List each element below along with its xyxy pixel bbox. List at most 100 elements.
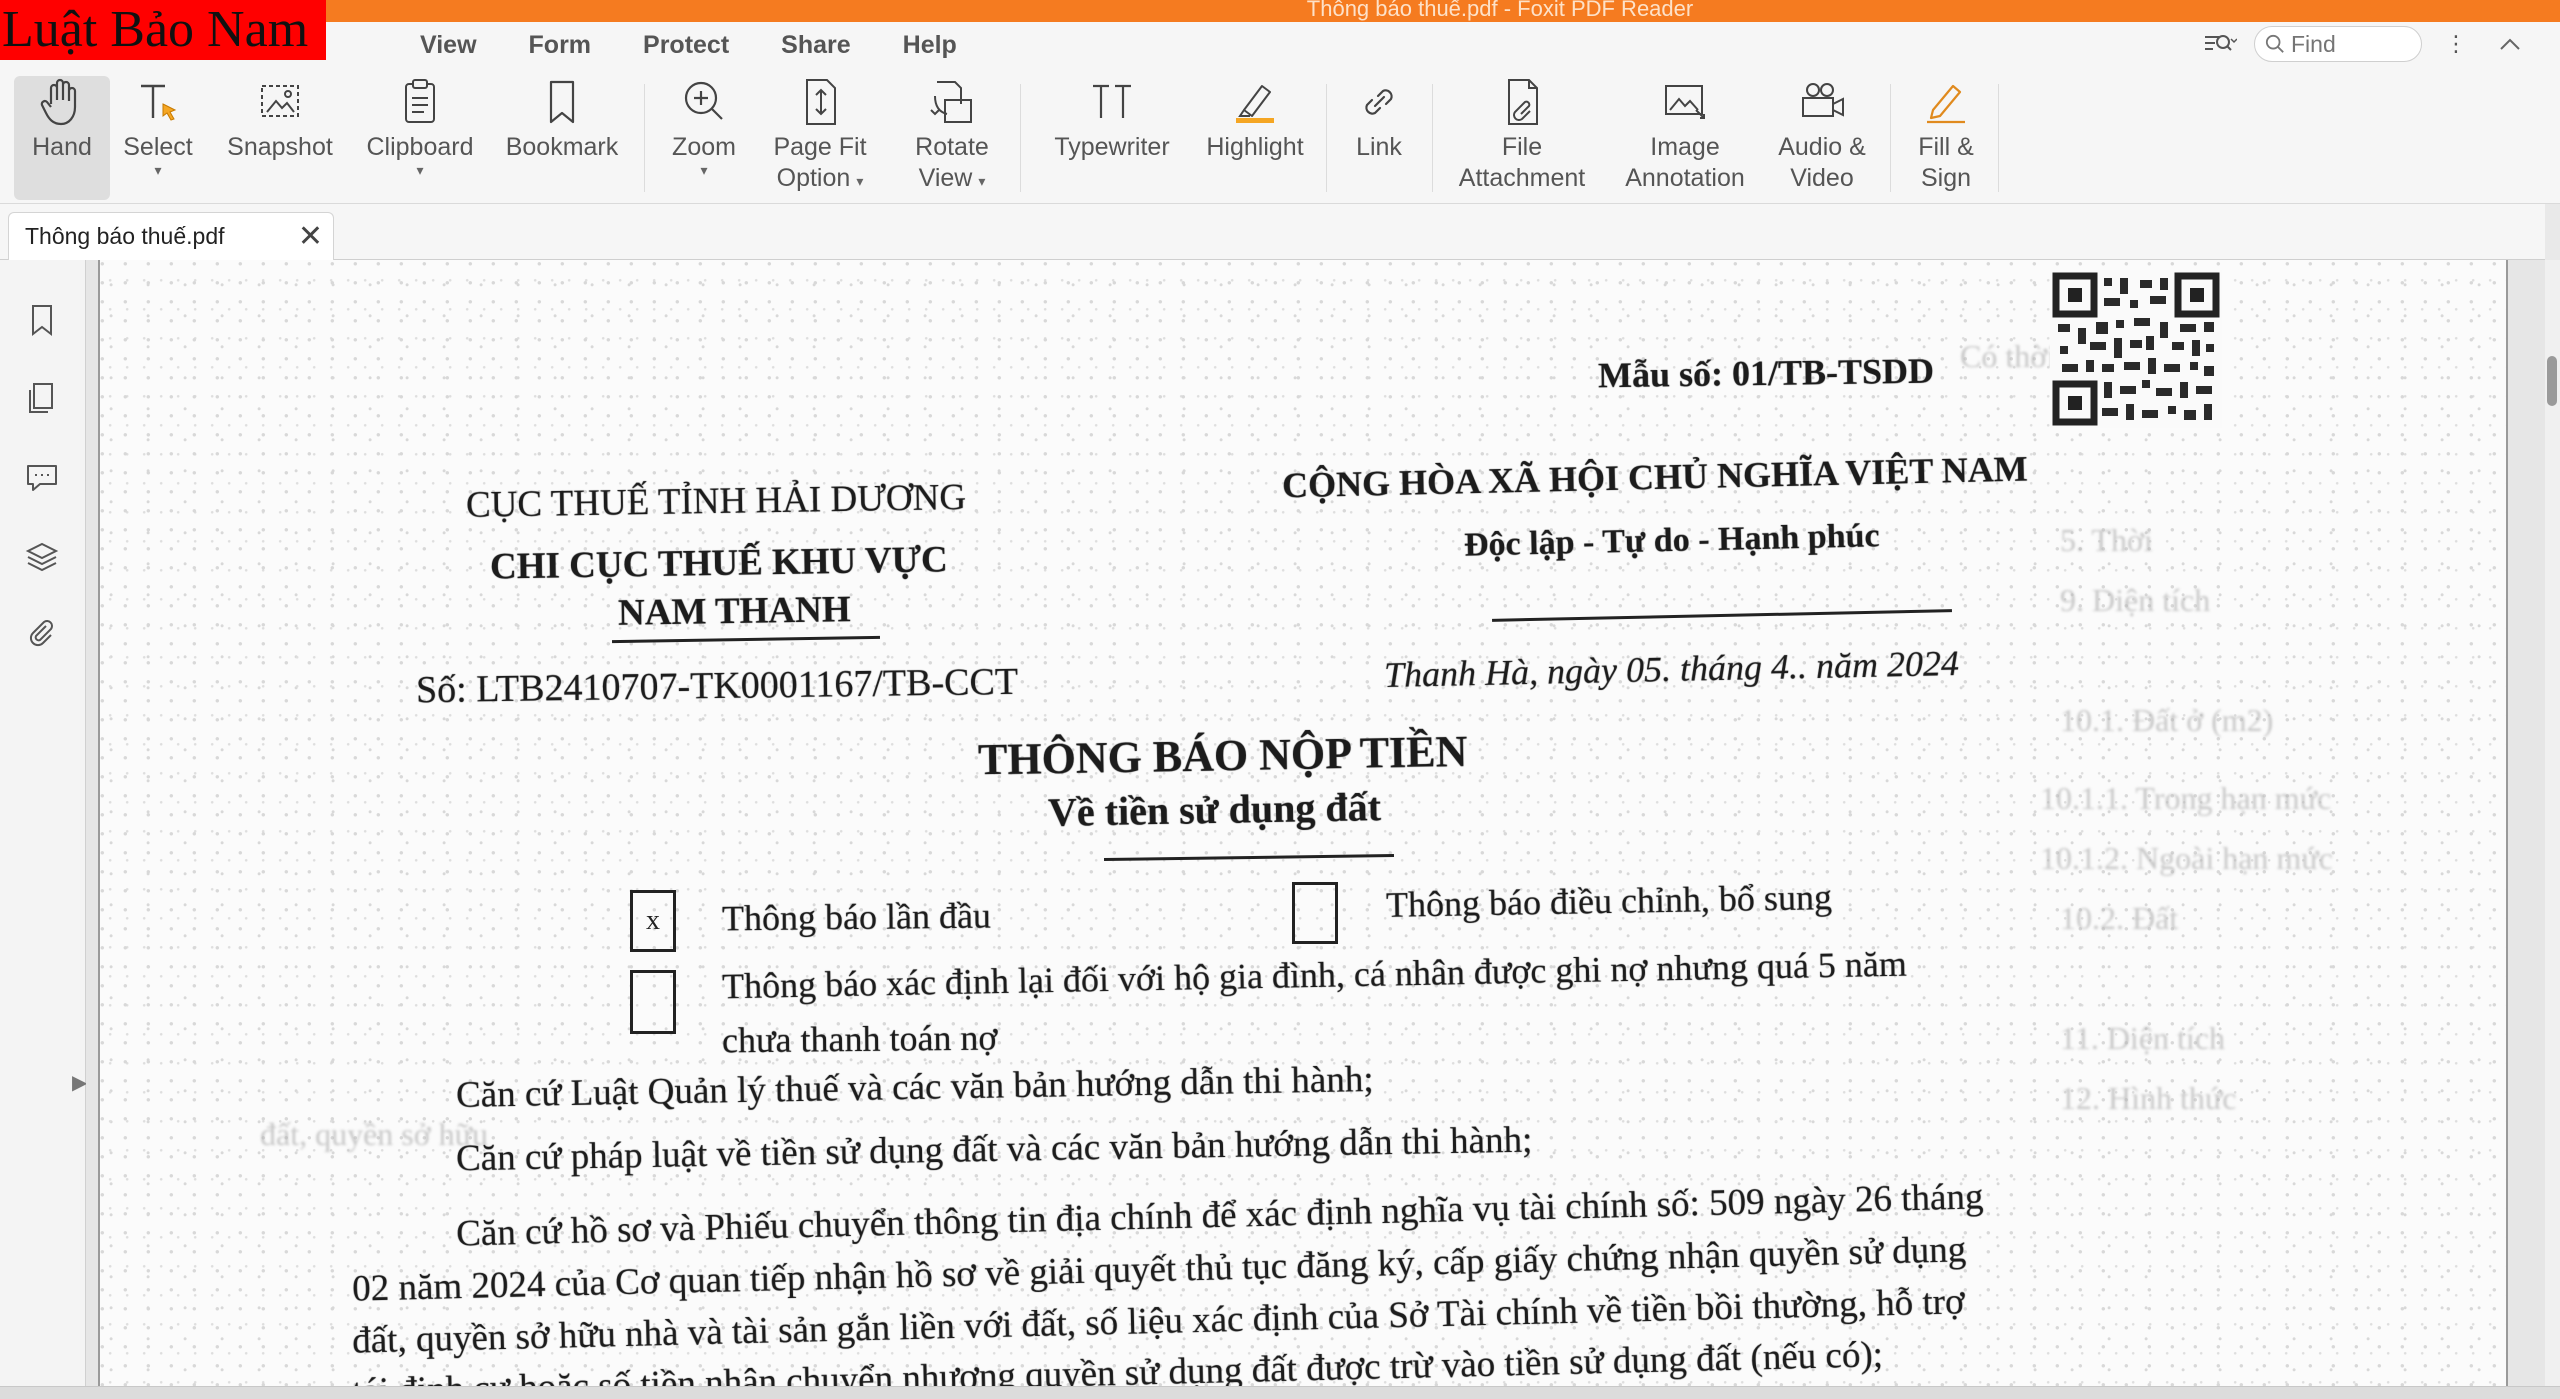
pages-panel-icon[interactable] <box>18 374 66 422</box>
hand-icon <box>40 78 77 126</box>
search-options-icon[interactable] <box>2200 27 2240 61</box>
rotate-label-1: Rotate <box>915 133 989 161</box>
foxit-reader-window: Thông báo thuế.pdf - Foxit PDF Reader Lu… <box>0 0 2560 1399</box>
highlight-label: Highlight <box>1206 133 1304 161</box>
audio-video-button[interactable]: Audio & Video <box>1772 76 1872 194</box>
fill-sign-label-2: Sign <box>1920 164 1972 192</box>
form-number: Mẫu số: 01/TB-TSDD <box>1597 350 1935 396</box>
option-redetermine-line-2: chưa thanh toán nợ <box>721 1017 998 1061</box>
document-tab[interactable]: Thông báo thuế.pdf ✕ <box>8 212 334 260</box>
bleed-through-text: 12. Hình thức <box>2060 1080 2237 1116</box>
window-title: Thông báo thuế.pdf - Foxit PDF Reader <box>1306 0 1694 21</box>
zoom-in-icon <box>684 81 723 120</box>
watermark-logo: Luật Bảo Nam <box>0 0 327 60</box>
hand-tool-button[interactable]: Hand <box>14 76 110 200</box>
select-label: Select <box>123 133 193 161</box>
option-adjustment-notice: Thông báo điều chỉnh, bổ sung <box>1385 877 1833 925</box>
bleed-through-text: 5. Thời <box>2060 522 2153 558</box>
zoom-button[interactable]: Zoom ▾ <box>660 76 748 177</box>
main-menu: View Form Protect Share Help <box>420 28 983 62</box>
audio-video-label-2: Video <box>1790 164 1854 192</box>
menu-view[interactable]: View <box>420 28 503 62</box>
typewriter-button[interactable]: Typewriter <box>1040 76 1184 163</box>
file-attachment-button[interactable]: File Attachment <box>1444 76 1600 194</box>
vertical-scrollbar[interactable] <box>2545 260 2560 1386</box>
qr-code <box>2050 270 2222 428</box>
scrollbar-thumb[interactable] <box>2547 356 2557 406</box>
typewriter-label: Typewriter <box>1054 133 1170 161</box>
find-input[interactable] <box>2291 30 2411 58</box>
highlighter-icon <box>1236 85 1274 123</box>
checkbox-first-notice: x <box>630 890 676 952</box>
search-icon <box>2265 34 2284 53</box>
ribbon-separator <box>1020 84 1021 192</box>
select-text-icon <box>141 84 177 121</box>
highlight-button[interactable]: Highlight <box>1196 76 1314 163</box>
image-annotation-label-1: Image <box>1650 133 1720 161</box>
file-attachment-label-2: Attachment <box>1458 164 1586 192</box>
document-number: Số: LTB2410707-TK0001167/TB-CCT <box>415 660 1019 712</box>
checkbox-redetermine-notice <box>630 970 676 1034</box>
menu-form[interactable]: Form <box>503 28 618 62</box>
status-bar <box>0 1386 2560 1399</box>
rotate-view-button[interactable]: Rotate View ▾ <box>900 76 1004 197</box>
tax-branch-area: NAM THANH <box>617 589 851 634</box>
select-tool-button[interactable]: Select ▾ <box>116 76 200 177</box>
page-fit-label-2: Option <box>776 164 851 192</box>
ribbon-separator <box>1326 84 1327 192</box>
clipboard-label: Clipboard <box>366 133 474 161</box>
bookmarks-panel-icon[interactable] <box>18 296 66 344</box>
chevron-down-icon: ▾ <box>856 173 864 189</box>
search-area: ⋮ <box>2200 26 2530 62</box>
video-camera-icon <box>1802 83 1844 117</box>
layers-panel-icon[interactable] <box>18 532 66 580</box>
bookmark-button[interactable]: Bookmark <box>500 76 624 163</box>
more-options-icon[interactable]: ⋮ <box>2436 27 2476 61</box>
link-icon <box>1365 89 1393 115</box>
paperclip-file-icon <box>1508 79 1538 125</box>
bleed-through-text: 10.2. Đất <box>2060 900 2179 936</box>
audio-video-label-1: Audio & <box>1778 133 1866 161</box>
close-icon[interactable]: ✕ <box>298 221 323 252</box>
chevron-down-icon: ▾ <box>978 173 986 189</box>
snapshot-icon <box>261 85 299 117</box>
page-fit-option-button[interactable]: Page Fit Option ▾ <box>764 76 876 197</box>
option-first-notice: Thông báo lần đầu <box>721 895 992 939</box>
page-fit-icon <box>806 79 836 125</box>
ribbon-toolbar: Hand Select ▾ Snapshot Clipboard ▾ Bookm… <box>0 70 2560 204</box>
tax-branch: CHI CỤC THUẾ KHU VỰC <box>489 539 949 588</box>
link-button[interactable]: Link <box>1340 76 1418 163</box>
pen-sign-icon <box>1927 84 1965 124</box>
zoom-label: Zoom <box>672 133 736 161</box>
bleed-through-text: 10.1. Đất ở (m2) <box>2060 702 2274 738</box>
attachments-panel-icon[interactable] <box>18 610 66 658</box>
check-mark: x <box>646 905 660 936</box>
clipboard-button[interactable]: Clipboard ▾ <box>358 76 482 177</box>
comments-panel-icon[interactable] <box>18 452 66 500</box>
ribbon-separator <box>1998 84 1999 192</box>
snapshot-label: Snapshot <box>227 133 333 161</box>
bleed-through-text: 11. Diện tích <box>2060 1020 2225 1056</box>
document-tab-bar: Thông báo thuế.pdf ✕ <box>0 204 2545 260</box>
image-annotation-button[interactable]: Image Annotation <box>1610 76 1760 194</box>
snapshot-button[interactable]: Snapshot <box>220 76 340 163</box>
page-fit-label-1: Page Fit <box>773 133 867 161</box>
rotate-icon <box>930 81 972 123</box>
menu-protect[interactable]: Protect <box>617 28 755 62</box>
fill-sign-button[interactable]: Fill & Sign <box>1904 76 1988 194</box>
chevron-down-icon: ▾ <box>154 162 162 178</box>
menu-help[interactable]: Help <box>877 28 983 62</box>
navigation-panel: ▶ <box>0 260 87 1386</box>
menu-share[interactable]: Share <box>755 28 876 62</box>
notice-title: THÔNG BÁO NỘP TIỀN <box>977 726 1468 785</box>
find-field[interactable] <box>2254 26 2422 62</box>
collapse-ribbon-icon[interactable] <box>2490 27 2530 61</box>
file-attachment-label-1: File <box>1501 133 1543 161</box>
rotate-label-2: View <box>918 164 973 192</box>
tax-department: CỤC THUẾ TỈNH HẢI DƯƠNG <box>465 477 967 526</box>
link-label: Link <box>1356 133 1402 161</box>
ribbon-separator <box>1432 84 1433 192</box>
checkbox-adjustment-notice <box>1292 882 1338 944</box>
clipboard-icon <box>405 79 435 123</box>
chevron-down-icon: ▾ <box>700 162 708 178</box>
